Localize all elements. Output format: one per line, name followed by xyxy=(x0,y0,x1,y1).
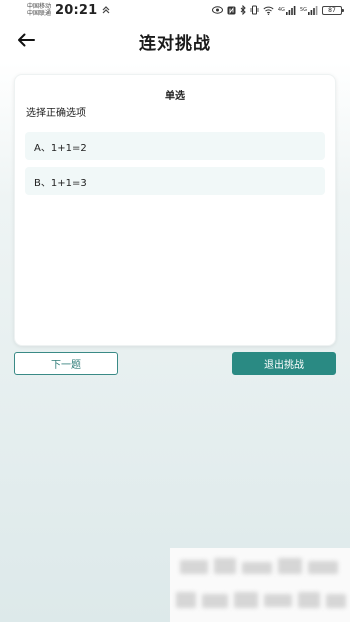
obscured-region xyxy=(170,548,350,622)
question-type: 单选 xyxy=(165,91,185,102)
status-icons: 4G 5G 87 xyxy=(211,4,344,16)
status-clock: 20:21 xyxy=(55,2,98,18)
option-a-label: A、1+1=2 xyxy=(34,142,87,154)
network-label-2: 5G xyxy=(299,7,307,13)
status-bar: 中国移动 中国联通 20:21 4G 5G 87 xyxy=(0,0,350,20)
vibrate-icon xyxy=(250,4,259,16)
network-label-1: 4G xyxy=(277,7,285,13)
option-a[interactable]: A、1+1=2 xyxy=(25,132,325,160)
option-b[interactable]: B、1+1=3 xyxy=(25,167,325,195)
page-header: 连对挑战 xyxy=(0,20,350,62)
carrier-2: 中国联通 xyxy=(27,10,52,17)
bluetooth-icon xyxy=(240,4,246,16)
page-title: 连对挑战 xyxy=(139,33,211,54)
signal-icon-sim1: 4G xyxy=(278,4,296,16)
battery-level: 87 xyxy=(328,6,336,14)
exit-challenge-label: 退出挑战 xyxy=(264,360,304,371)
wifi-icon xyxy=(263,4,274,16)
eye-icon xyxy=(211,4,223,16)
carrier-names: 中国移动 中国联通 xyxy=(27,3,51,17)
exit-challenge-button[interactable]: 退出挑战 xyxy=(232,352,336,375)
question-prompt: 选择正确选项 xyxy=(26,108,86,119)
nfc-icon xyxy=(227,4,236,16)
question-card: 单选 选择正确选项 A、1+1=2 B、1+1=3 xyxy=(14,74,336,346)
back-arrow-icon xyxy=(17,32,35,51)
back-button[interactable] xyxy=(14,30,38,52)
signal-icon-sim2: 5G xyxy=(300,4,318,16)
option-b-label: B、1+1=3 xyxy=(34,177,87,189)
data-transfer-icon xyxy=(101,5,111,15)
next-question-label: 下一题 xyxy=(51,360,81,371)
battery-icon: 87 xyxy=(322,5,344,15)
next-question-button[interactable]: 下一题 xyxy=(14,352,118,375)
carrier-1: 中国移动 xyxy=(27,3,52,10)
